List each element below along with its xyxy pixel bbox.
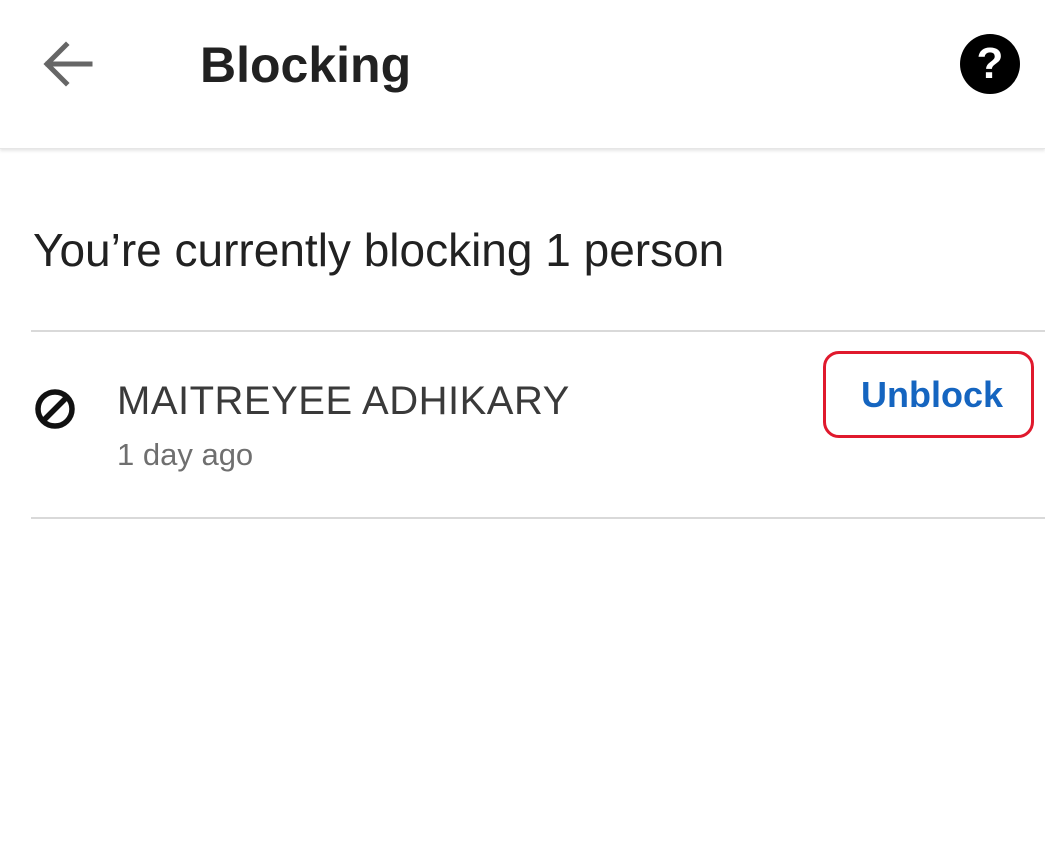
- app-bar: Blocking ?: [0, 0, 1045, 149]
- help-circle-icon: ?: [976, 39, 1004, 88]
- blocked-time: 1 day ago: [117, 437, 254, 472]
- blocking-screen: Blocking ? You’re currently blocking 1 p…: [0, 0, 1045, 865]
- blocking-summary: You’re currently blocking 1 person: [33, 224, 725, 276]
- divider: [31, 517, 1045, 519]
- arrow-left-icon: [43, 41, 93, 87]
- help-button[interactable]: ?: [960, 34, 1020, 94]
- page-title: Blocking: [200, 37, 412, 93]
- block-icon: [35, 389, 75, 429]
- unblock-button[interactable]: Unblock: [823, 351, 1034, 438]
- back-button[interactable]: [30, 30, 104, 98]
- unblock-button-label: Unblock: [860, 374, 1003, 415]
- blocked-person-name: MAITREYEE ADHIKARY: [117, 379, 570, 423]
